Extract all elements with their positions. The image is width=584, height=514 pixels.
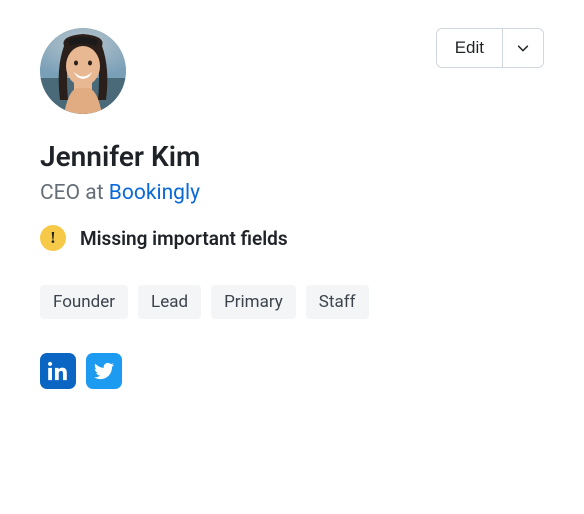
profile-name: Jennifer Kim	[40, 140, 544, 173]
twitter-icon	[94, 361, 114, 381]
warning-icon: !	[40, 225, 66, 251]
tags-row: Founder Lead Primary Staff	[40, 285, 544, 319]
role-connector: at	[80, 181, 109, 205]
socials-row	[40, 353, 544, 389]
profile-subtitle: CEO at Bookingly	[40, 181, 544, 205]
edit-button[interactable]: Edit	[437, 29, 503, 67]
tag[interactable]: Staff	[306, 285, 369, 319]
chevron-down-icon	[516, 41, 530, 55]
tag[interactable]: Lead	[138, 285, 201, 319]
twitter-button[interactable]	[86, 353, 122, 389]
company-link[interactable]: Bookingly	[109, 181, 200, 205]
edit-dropdown-button[interactable]	[503, 29, 543, 67]
tag[interactable]: Founder	[40, 285, 128, 319]
profile-role: CEO	[40, 181, 80, 205]
linkedin-icon	[48, 361, 68, 381]
tag[interactable]: Primary	[211, 285, 296, 319]
warning-banner[interactable]: ! Missing important fields	[40, 225, 544, 251]
linkedin-button[interactable]	[40, 353, 76, 389]
avatar-image	[40, 28, 126, 114]
warning-text: Missing important fields	[80, 227, 288, 250]
edit-button-group: Edit	[436, 28, 544, 68]
avatar[interactable]	[40, 28, 126, 114]
